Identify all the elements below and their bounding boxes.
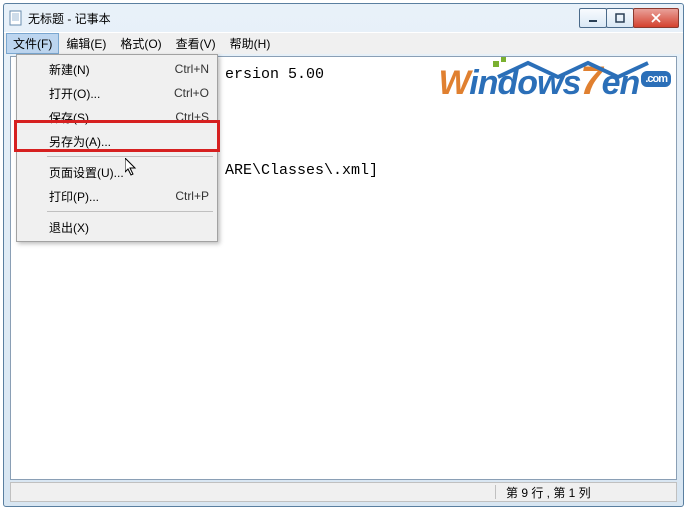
file-dropdown-menu: 新建(N) Ctrl+N 打开(O)... Ctrl+O 保存(S) Ctrl+… bbox=[16, 54, 218, 242]
menu-edit[interactable]: 编辑(E) bbox=[59, 33, 113, 54]
titlebar[interactable]: 无标题 - 记事本 bbox=[4, 4, 683, 32]
menu-separator bbox=[47, 211, 213, 212]
menu-item-new[interactable]: 新建(N) Ctrl+N bbox=[19, 57, 215, 81]
menu-item-open[interactable]: 打开(O)... Ctrl+O bbox=[19, 81, 215, 105]
menu-help[interactable]: 帮助(H) bbox=[223, 33, 278, 54]
menu-view[interactable]: 查看(V) bbox=[169, 33, 223, 54]
minimize-button[interactable] bbox=[579, 8, 607, 28]
window-title: 无标题 - 记事本 bbox=[28, 10, 580, 27]
maximize-button[interactable] bbox=[606, 8, 634, 28]
menu-file[interactable]: 文件(F) bbox=[6, 33, 59, 54]
window-controls bbox=[580, 8, 679, 28]
menu-item-print[interactable]: 打印(P)... Ctrl+P bbox=[19, 184, 215, 208]
menu-item-exit[interactable]: 退出(X) bbox=[19, 215, 215, 239]
menu-item-save-as[interactable]: 另存为(A)... bbox=[19, 129, 215, 153]
menubar: 文件(F) 编辑(E) 格式(O) 查看(V) 帮助(H) bbox=[4, 32, 683, 54]
statusbar: 第 9 行 , 第 1 列 bbox=[10, 482, 677, 502]
menu-item-page-setup[interactable]: 页面设置(U)... bbox=[19, 160, 215, 184]
menu-separator bbox=[47, 156, 213, 157]
menu-format[interactable]: 格式(O) bbox=[113, 33, 168, 54]
notepad-window: 无标题 - 记事本 文件(F) 编辑(E) 格式(O) 查看(V) 帮助(H) … bbox=[3, 3, 684, 507]
notepad-icon bbox=[8, 10, 24, 26]
menu-item-save[interactable]: 保存(S) Ctrl+S bbox=[19, 105, 215, 129]
close-button[interactable] bbox=[633, 8, 679, 28]
status-cursor-position: 第 9 行 , 第 1 列 bbox=[496, 484, 676, 501]
